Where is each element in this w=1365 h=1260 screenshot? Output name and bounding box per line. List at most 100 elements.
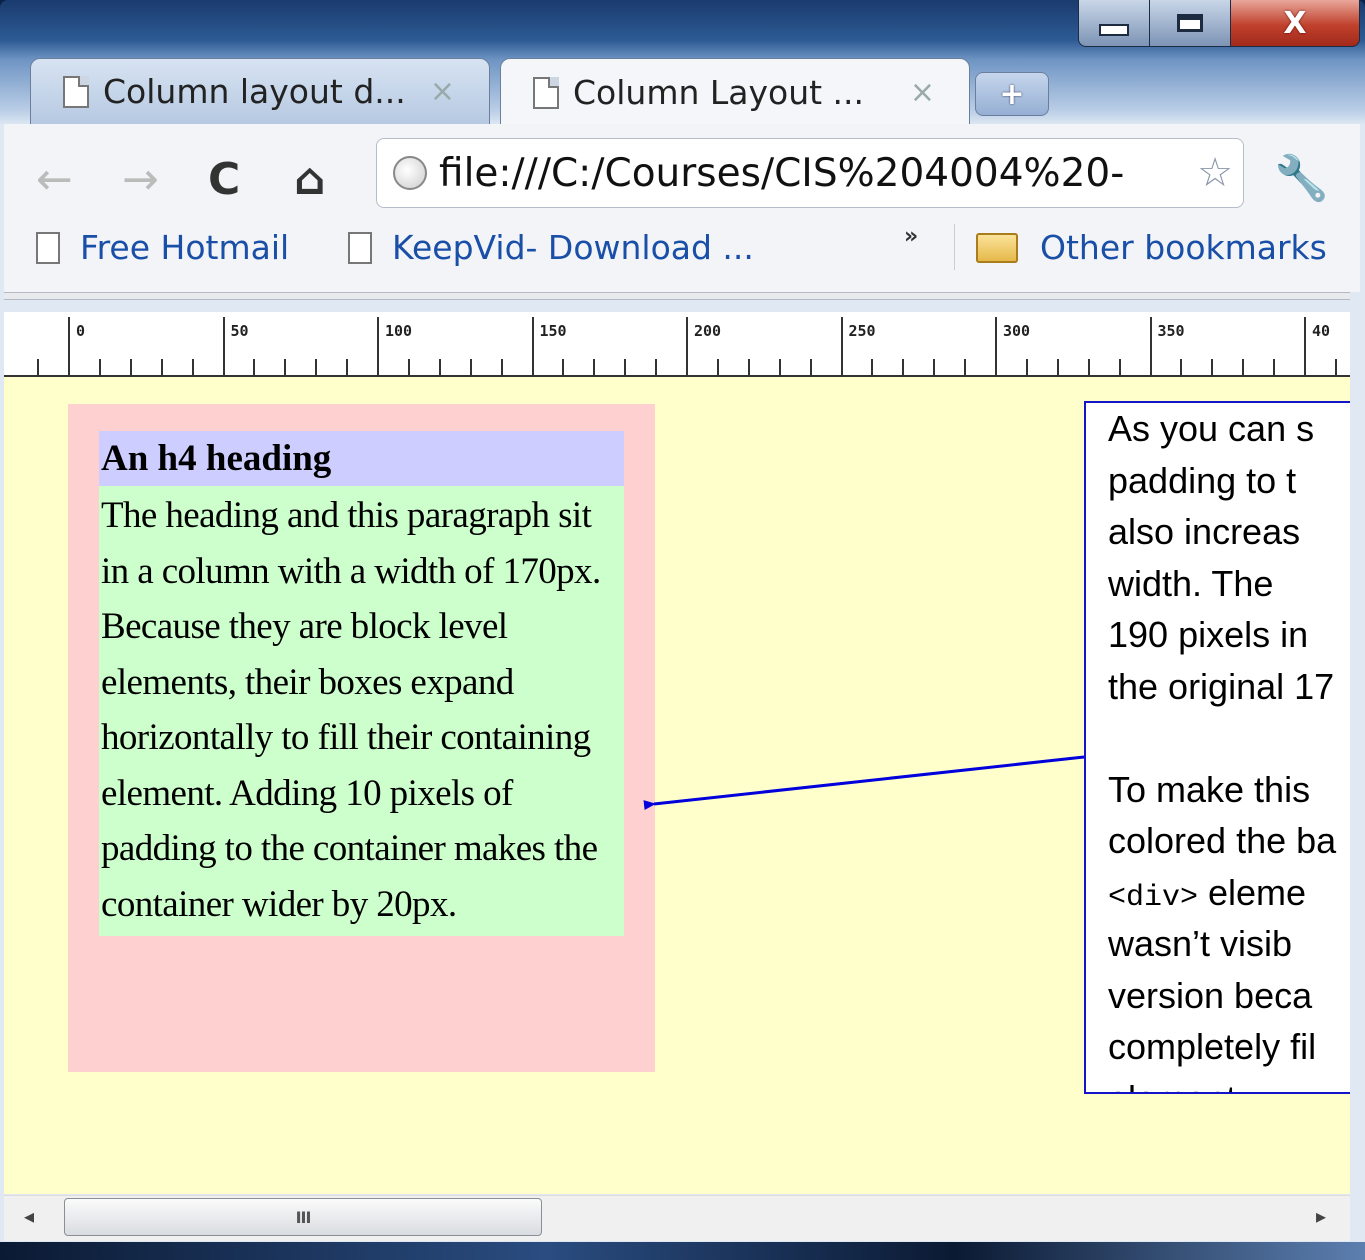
ruler-tick — [562, 359, 565, 375]
tab-label: Column layout d... — [103, 72, 406, 111]
wrench-icon[interactable]: 🔧 — [1274, 152, 1329, 204]
ruler-tick — [1334, 359, 1337, 375]
minimize-icon — [1099, 24, 1129, 36]
other-bookmarks-label: Other bookmarks — [1040, 228, 1327, 267]
ruler-tick — [500, 359, 503, 375]
minimize-button[interactable] — [1078, 0, 1150, 47]
other-bookmarks[interactable]: Other bookmarks — [976, 228, 1327, 267]
ruler-tick — [902, 359, 905, 375]
tab-column-layout-2[interactable]: Column Layout ... × — [500, 58, 970, 126]
ruler-tick — [809, 359, 812, 375]
ruler-tick — [253, 359, 256, 375]
forward-icon[interactable]: → — [122, 154, 159, 205]
ruler-label: 300 — [1003, 322, 1031, 340]
ruler-label: 150 — [539, 322, 567, 340]
bookmarks-overflow-icon[interactable]: » — [904, 224, 918, 249]
ruler-tick — [160, 359, 163, 375]
toolbar-divider — [4, 292, 1350, 300]
note-line: 190 pixels in — [1108, 614, 1309, 655]
maximize-icon — [1177, 14, 1203, 32]
ruler-tick — [593, 359, 596, 375]
ruler-tick — [655, 359, 658, 375]
tab-label: Column Layout ... — [573, 73, 865, 112]
folder-icon — [976, 232, 1018, 263]
ruler-tick — [346, 359, 349, 375]
address-url[interactable]: file:///C:/Courses/CIS%204004%20- — [439, 151, 1197, 196]
ruler-label: 200 — [694, 322, 722, 340]
home-icon[interactable]: ⌂ — [294, 154, 326, 205]
tab-close-icon[interactable]: × — [430, 74, 455, 109]
note-line: width. The — [1108, 562, 1274, 604]
address-bar[interactable]: file:///C:/Courses/CIS%204004%20- ☆ — [376, 138, 1244, 208]
bookmark-label: Free Hotmail — [80, 228, 290, 267]
ruler-tick — [407, 359, 410, 375]
note-line: colored the ba — [1108, 820, 1337, 861]
ruler-tick — [995, 317, 997, 375]
page-icon — [348, 231, 372, 264]
tab-close-icon[interactable]: × — [910, 75, 935, 110]
ruler-tick — [778, 359, 781, 375]
ruler-label: 50 — [230, 322, 249, 340]
new-tab-button[interactable]: + — [975, 72, 1049, 116]
ruler-tick — [1087, 359, 1090, 375]
explanation-callout: As you can s padding to t also increas w… — [1084, 401, 1350, 1094]
ruler-tick — [377, 317, 379, 375]
ruler-tick — [1242, 359, 1245, 375]
close-window-button[interactable]: X — [1230, 0, 1360, 47]
bookmark-keepvid[interactable]: KeepVid- Download ... — [348, 228, 754, 267]
page-icon — [533, 76, 559, 109]
note-line: As you can s — [1108, 408, 1315, 449]
scroll-left-icon[interactable]: ◂ — [24, 1204, 34, 1228]
bookmark-free-hotmail[interactable]: Free Hotmail — [36, 228, 289, 267]
ruler-tick — [222, 317, 225, 375]
ruler-tick — [1273, 359, 1276, 375]
ruler-tick — [747, 359, 750, 375]
ruler-tick — [1025, 359, 1028, 375]
ruler-tick — [531, 317, 534, 375]
note-line: version beca — [1108, 974, 1313, 1016]
ruler-label: 0 — [76, 322, 86, 340]
bookmark-label: KeepVid- Download ... — [392, 228, 754, 267]
note-line-code: <div> eleme — [1108, 867, 1350, 919]
ruler-label: 250 — [848, 322, 876, 340]
note-line: completely fil — [1108, 1026, 1317, 1067]
bookmarks-divider — [954, 224, 955, 270]
ruler-tick — [716, 359, 719, 375]
ruler-tick — [840, 317, 843, 375]
note-line: element. — [1108, 1073, 1350, 1093]
note-line: wasn’t visib — [1108, 923, 1293, 964]
reload-icon[interactable]: C — [208, 154, 240, 205]
ruler-tick — [469, 359, 472, 375]
ruler-tick — [1180, 359, 1183, 375]
toolbar: ← → C ⌂ file:///C:/Courses/CIS%204004%20… — [4, 124, 1360, 292]
ruler-tick — [933, 359, 936, 375]
page-icon — [63, 75, 89, 108]
ruler-tick — [1304, 317, 1306, 375]
star-icon[interactable]: ☆ — [1197, 150, 1233, 196]
ruler-tick — [129, 359, 132, 375]
back-icon[interactable]: ← — [36, 154, 73, 205]
ruler-tick — [191, 359, 194, 375]
div-code: <div> — [1108, 880, 1199, 915]
pixel-ruler: 0 50 100 150 200 250 300 350 40 — [4, 312, 1350, 377]
page-content: An h4 heading The heading and this parag… — [4, 377, 1350, 1194]
ruler-tick — [284, 359, 287, 375]
ruler-tick — [871, 359, 874, 375]
ruler-tick — [1211, 359, 1214, 375]
tab-column-layout-1[interactable]: Column layout d... × — [30, 58, 490, 124]
taskbar-strip — [0, 1242, 1365, 1260]
scrollbar-thumb[interactable]: III — [64, 1198, 542, 1236]
horizontal-scrollbar[interactable]: ◂ III ▸ — [4, 1195, 1350, 1241]
note-blank-line — [1108, 712, 1350, 764]
ruler-tick — [964, 359, 967, 375]
ruler-tick — [1118, 359, 1121, 375]
ruler-tick — [68, 317, 70, 375]
close-icon: X — [1283, 5, 1307, 41]
note-line: also increas — [1108, 511, 1301, 552]
ruler-tick — [624, 359, 627, 375]
scroll-right-icon[interactable]: ▸ — [1316, 1204, 1326, 1228]
maximize-button[interactable] — [1149, 0, 1231, 47]
ruler-tick — [98, 359, 101, 375]
note-line: To make this — [1108, 768, 1311, 810]
browser-window: X Column layout d... × Column Layout ...… — [0, 0, 1365, 1260]
